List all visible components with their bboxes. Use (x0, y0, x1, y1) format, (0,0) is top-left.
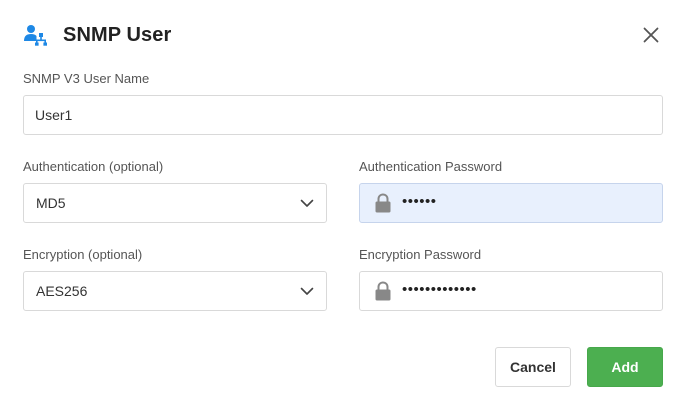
lock-icon (374, 281, 392, 301)
authentication-value: MD5 (36, 195, 66, 211)
authentication-select[interactable]: MD5 (23, 183, 327, 223)
add-button[interactable]: Add (587, 347, 663, 387)
lock-icon (374, 193, 392, 213)
cancel-button[interactable]: Cancel (495, 347, 571, 387)
chevron-down-icon (300, 284, 314, 298)
encryption-password-label: Encryption Password (359, 247, 482, 262)
encryption-password-input[interactable]: ••••••••••••• (359, 271, 663, 311)
dialog-header: SNMP User (23, 22, 171, 48)
username-input[interactable]: User1 (23, 95, 663, 135)
username-value: User1 (35, 107, 73, 123)
dialog-title: SNMP User (63, 23, 172, 46)
encryption-select[interactable]: AES256 (23, 271, 327, 311)
encryption-label: Encryption (optional) (23, 247, 143, 262)
authentication-label: Authentication (optional) (23, 159, 164, 174)
encryption-value: AES256 (36, 283, 88, 299)
user-network-icon (23, 23, 47, 47)
username-label: SNMP V3 User Name (23, 71, 150, 86)
authentication-password-value: •••••• (402, 192, 437, 210)
chevron-down-icon (300, 196, 314, 210)
close-icon (643, 27, 659, 43)
encryption-password-value: ••••••••••••• (402, 280, 477, 298)
authentication-password-label: Authentication Password (359, 159, 503, 174)
snmp-user-dialog: SNMP User SNMP V3 User Name User1 Authen… (0, 0, 686, 399)
close-button[interactable] (640, 24, 662, 46)
authentication-password-input[interactable]: •••••• (359, 183, 663, 223)
